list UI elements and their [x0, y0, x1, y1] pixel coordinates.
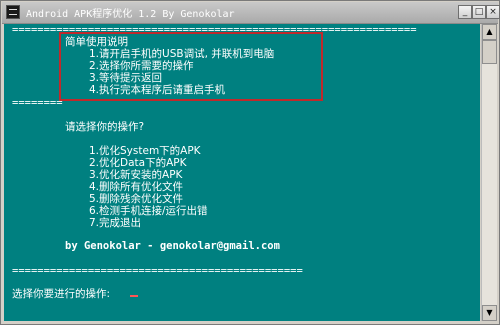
vertical-scrollbar[interactable]: ▲ ▼ — [481, 24, 497, 321]
option-5: 5.删除残余优化文件 — [89, 193, 184, 205]
option-3: 3.优化新安装的APK — [89, 169, 183, 181]
author-line: by Genokolar - genokolar@gmail.com — [65, 240, 280, 252]
scroll-down-arrow-icon[interactable]: ▼ — [482, 305, 497, 321]
input-prompt: 选择你要进行的操作: — [12, 288, 111, 300]
option-4: 4.删除所有优化文件 — [89, 181, 184, 193]
separator-line-bottom: ========================================… — [12, 265, 303, 277]
close-button[interactable]: × — [486, 5, 500, 19]
console-output[interactable]: ========================================… — [4, 24, 480, 321]
instructions-highlight-box — [59, 32, 323, 101]
console-icon[interactable] — [6, 5, 20, 19]
separator-line-short: ======== — [12, 97, 63, 109]
prompt-title: 请选择你的操作? — [65, 121, 145, 133]
option-2: 2.优化Data下的APK — [89, 157, 187, 169]
option-7: 7.完成退出 — [89, 217, 142, 229]
text-cursor — [130, 295, 138, 297]
scroll-up-arrow-icon[interactable]: ▲ — [482, 24, 497, 40]
window-title: Android APK程序优化 1.2 By Genokolar — [26, 9, 235, 20]
option-6: 6.检测手机连接/运行出错 — [89, 205, 208, 217]
console-window: Android APK程序优化 1.2 By Genokolar _ □ × =… — [0, 0, 500, 325]
minimize-button[interactable]: _ — [458, 5, 472, 19]
option-1: 1.优化System下的APK — [89, 145, 201, 157]
scrollbar-thumb[interactable] — [482, 40, 497, 64]
maximize-button[interactable]: □ — [472, 5, 486, 19]
title-bar[interactable]: Android APK程序优化 1.2 By Genokolar _ □ × — [2, 2, 500, 24]
